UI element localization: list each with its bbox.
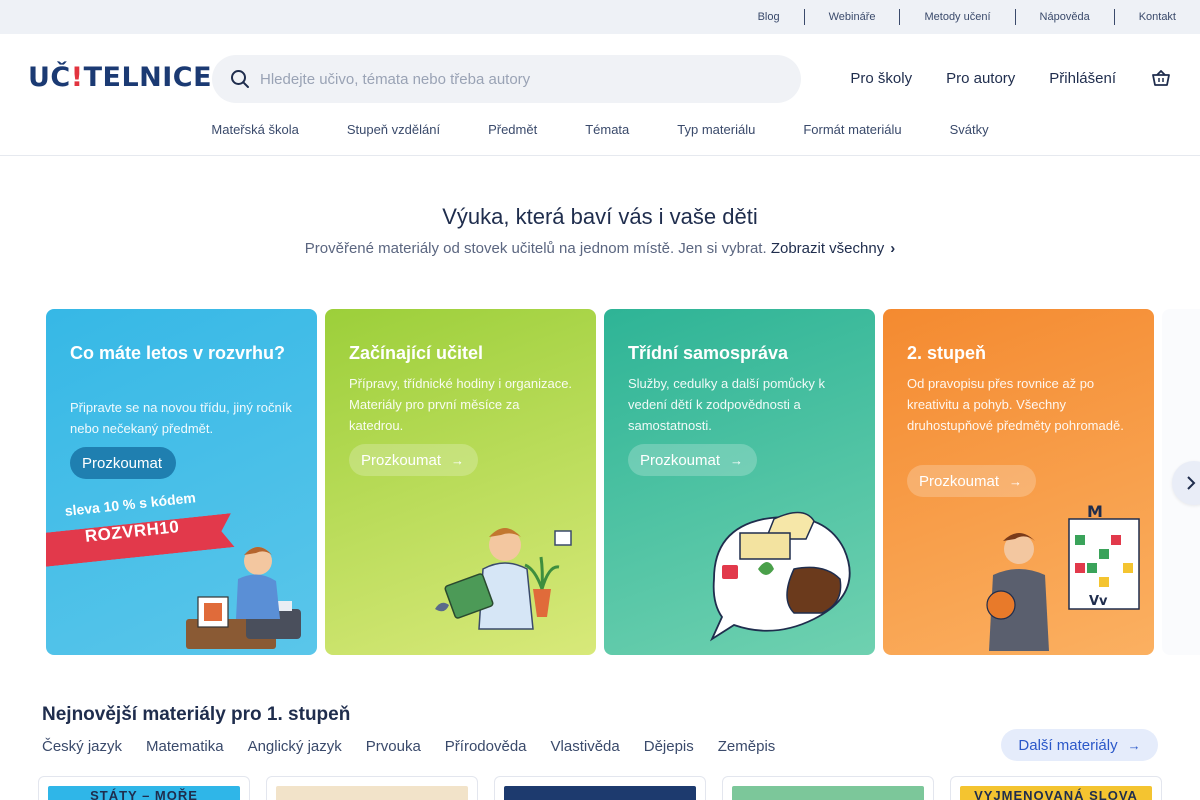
tab-prvouka[interactable]: Prvouka <box>366 738 421 755</box>
chevron-right-icon: › <box>890 240 896 257</box>
material-thumb-text: VYJMENOVANÁ SLOVA <box>974 788 1138 800</box>
category-material-type[interactable]: Typ materiálu <box>677 122 755 137</box>
explore-label: Prozkoumat <box>361 451 442 469</box>
teacher-printer-illustration <box>186 547 301 649</box>
site-header: UČ!TELNICE Pro školy Pro autory Přihláše… <box>0 34 1200 156</box>
basket-icon[interactable] <box>1150 67 1172 89</box>
tab-history[interactable]: Dějepis <box>644 738 694 755</box>
material-card[interactable] <box>494 776 706 800</box>
hero-subtitle: Prověřené materiály od stovek učitelů na… <box>0 240 1200 257</box>
nav-login[interactable]: Přihlášení <box>1049 70 1116 87</box>
category-topics[interactable]: Témata <box>585 122 629 137</box>
explore-button[interactable]: Prozkoumat → <box>349 444 479 476</box>
material-card[interactable] <box>722 776 934 800</box>
tab-geography[interactable]: Zeměpis <box>718 738 776 755</box>
material-thumbnail <box>276 786 468 800</box>
category-material-format[interactable]: Formát materiálu <box>803 122 901 137</box>
explore-button[interactable]: Prozkoumat → <box>628 444 758 476</box>
logo-text-start: UČ <box>28 62 71 93</box>
tab-english[interactable]: Anglický jazyk <box>248 738 342 755</box>
utility-link-contact[interactable]: Kontakt <box>1113 9 1176 25</box>
tab-homeland[interactable]: Vlastivěda <box>551 738 620 755</box>
tab-czech[interactable]: Český jazyk <box>42 738 122 755</box>
explore-label: Prozkoumat <box>640 451 721 469</box>
tab-math[interactable]: Matematika <box>146 738 224 755</box>
header-nav: Pro školy Pro autory Přihlášení <box>850 67 1172 89</box>
card-title: Co máte letos v rozvrhu? <box>70 343 286 363</box>
utility-link-blog[interactable]: Blog <box>758 9 804 25</box>
explore-label: Prozkoumat <box>919 472 1000 490</box>
tab-science[interactable]: Přírodověda <box>445 738 527 755</box>
card-title: 2. stupeň <box>907 343 987 363</box>
hero-title: Výuka, která baví vás i vaše děti <box>442 204 758 229</box>
explore-button[interactable]: Prozkoumat → <box>907 465 1037 497</box>
utility-link-methods[interactable]: Metody učení <box>899 9 1014 25</box>
logo-exclamation: ! <box>70 62 84 93</box>
utility-link-webinars[interactable]: Webináře <box>803 9 900 25</box>
card-text: Přípravy, třídnické hodiny i organizace.… <box>349 376 573 433</box>
promo-card-new-teacher[interactable]: Začínající učitel Přípravy, třídnické ho… <box>325 309 596 655</box>
category-subject[interactable]: Předmět <box>488 122 537 137</box>
discount-label: sleva 10 % s kódem <box>64 489 197 519</box>
speech-bubble-items-illustration <box>709 511 851 642</box>
explore-label: Prozkoumat <box>82 454 163 472</box>
svg-text:Vv: Vv <box>1089 594 1108 609</box>
category-education-level[interactable]: Stupeň vzdělání <box>347 122 440 137</box>
show-all-link[interactable]: Zobrazit všechny › <box>771 240 895 257</box>
svg-text:M: M <box>1087 505 1103 521</box>
promo-card-second-stage[interactable]: 2. stupeň Od pravopisu přes rovnice až p… <box>883 309 1154 655</box>
card-text: Připravte se na novou třídu, jiný ročník… <box>70 400 292 436</box>
section-title: Nejnovější materiály pro 1. stupeň <box>42 704 351 725</box>
material-thumbnail: STÁTY – MOŘE <box>48 786 240 800</box>
search-icon <box>231 70 249 88</box>
logo-text-end: TELNICE <box>83 62 213 93</box>
material-thumb-text: STÁTY – MOŘE <box>90 788 198 800</box>
promo-card-schedule[interactable]: Co máte letos v rozvrhu? Připravte se na… <box>46 309 317 655</box>
explore-button[interactable]: Prozkoumat <box>70 447 177 479</box>
card-title: Třídní samospráva <box>628 343 789 363</box>
top-utility-bar: Blog Webináře Metody učení Nápověda Kont… <box>0 0 1200 34</box>
material-card[interactable]: VYJMENOVANÁ SLOVA <box>950 776 1162 800</box>
card-title: Začínající učitel <box>349 343 484 363</box>
material-thumbnail <box>504 786 696 800</box>
material-card[interactable] <box>266 776 478 800</box>
card-text: Od pravopisu přes rovnice až po kreativi… <box>907 376 1124 433</box>
search-input[interactable] <box>260 70 760 88</box>
category-holidays[interactable]: Svátky <box>950 122 989 137</box>
more-materials-button[interactable]: Další materiály → <box>1001 729 1158 761</box>
show-all-label: Zobrazit všechny <box>770 240 885 257</box>
utility-link-help[interactable]: Nápověda <box>1014 9 1114 25</box>
site-logo[interactable]: UČ!TELNICE <box>28 62 212 93</box>
nav-for-schools[interactable]: Pro školy <box>850 70 912 87</box>
student-basketball-illustration: M Vv <box>986 505 1140 651</box>
promo-card-class-selfgov[interactable]: Třídní samospráva Služby, cedulky a dalš… <box>604 309 875 655</box>
material-thumbnail: VYJMENOVANÁ SLOVA <box>960 786 1152 800</box>
arrow-right-icon: → <box>451 452 465 468</box>
category-kindergarten[interactable]: Mateřská škola <box>211 122 298 137</box>
material-card[interactable]: STÁTY – MOŘE <box>38 776 250 800</box>
category-nav: Mateřská škola Stupeň vzdělání Předmět T… <box>0 122 1200 137</box>
arrow-right-icon: → <box>1127 737 1141 753</box>
subject-tabs: Český jazyk Matematika Anglický jazyk Pr… <box>42 738 799 755</box>
material-thumbnail <box>732 786 924 800</box>
hero-subtitle-text: Prověřené materiály od stovek učitelů na… <box>304 240 767 257</box>
more-materials-label: Další materiály <box>1018 736 1118 754</box>
nav-for-authors[interactable]: Pro autory <box>946 70 1015 87</box>
utility-links: Blog Webináře Metody učení Nápověda Kont… <box>758 0 1176 34</box>
card-text: Služby, cedulky a další pomůcky k vedení… <box>628 376 826 433</box>
search-bar <box>212 55 801 103</box>
chevron-right-icon <box>1187 476 1196 490</box>
juggling-teacher-illustration <box>435 528 572 630</box>
arrow-right-icon: → <box>730 452 744 468</box>
arrow-right-icon: → <box>1009 473 1023 489</box>
